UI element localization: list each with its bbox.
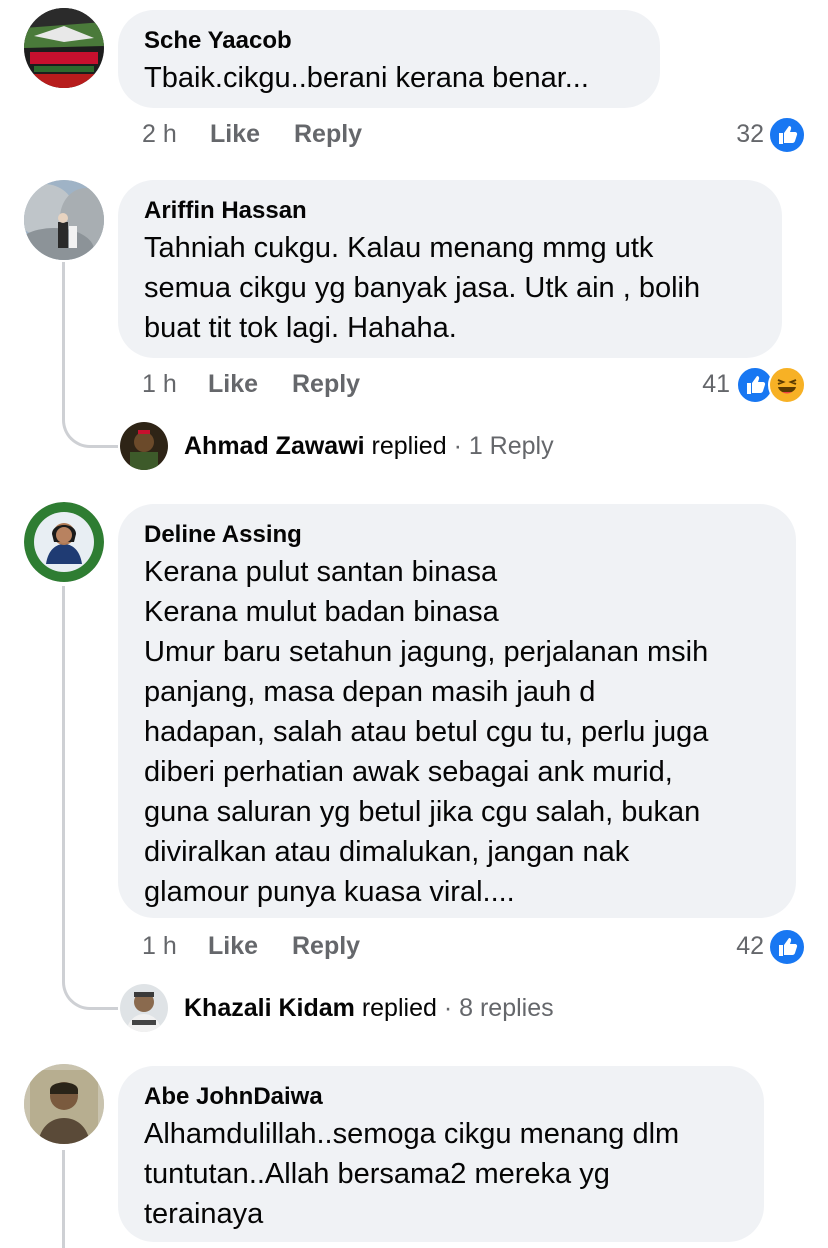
reply-summary-text: Ahmad Zawawi replied · 1 Reply	[184, 430, 554, 462]
comment-text: Alhamdulillah..semoga cikgu menang dlm t…	[144, 1118, 680, 1230]
comment-deline-assing: Deline Assing Kerana pulut santan binasa…	[0, 480, 828, 1050]
comment-author[interactable]: Sche Yaacob	[144, 26, 634, 56]
reply-author[interactable]: Khazali Kidam	[184, 994, 355, 1022]
reaction-count: 32	[736, 120, 764, 148]
vaccinated-frame-avatar-icon	[24, 502, 104, 582]
comment-actions: 1 h Like Reply	[142, 370, 542, 402]
reply-count[interactable]: · 8 replies	[444, 994, 554, 1022]
comment-text: Tahniah cukgu. Kalau menang mmg utk semu…	[144, 232, 701, 344]
reply-summary-text: Khazali Kidam replied · 8 replies	[184, 992, 554, 1024]
reply-button[interactable]: Reply	[292, 370, 360, 399]
comment-timestamp[interactable]: 1 h	[142, 932, 177, 961]
comment-text: Tbaik.cikgu..berani kerana benar...	[144, 62, 589, 94]
reply-button[interactable]: Reply	[294, 120, 362, 149]
comment-ariffin-hassan: Ariffin Hassan Tahniah cukgu. Kalau mena…	[0, 170, 828, 480]
reply-summary[interactable]: Khazali Kidam replied · 8 replies	[120, 984, 680, 1032]
reply-button[interactable]: Reply	[292, 932, 360, 961]
vintage-photo-avatar-icon	[24, 1064, 104, 1144]
avatar[interactable]	[24, 502, 104, 582]
comment-author[interactable]: Deline Assing	[144, 520, 770, 550]
comment-text: Kerana pulut santan binasa Kerana mulut …	[144, 556, 709, 908]
reply-verb: replied	[371, 432, 447, 460]
reply-avatar	[120, 422, 168, 470]
free-gaza-avatar-icon	[24, 8, 104, 88]
reaction-summary[interactable]: 32	[700, 116, 806, 154]
dark-portrait-avatar-icon	[120, 422, 168, 470]
comment-bubble: Ariffin Hassan Tahniah cukgu. Kalau mena…	[118, 180, 782, 358]
reply-verb: replied	[361, 994, 437, 1022]
reply-count[interactable]: · 1 Reply	[454, 432, 554, 460]
like-button[interactable]: Like	[210, 120, 260, 149]
haha-icon	[768, 366, 806, 404]
reaction-summary[interactable]: 41	[700, 366, 806, 404]
like-button[interactable]: Like	[208, 370, 258, 399]
avatar[interactable]	[24, 180, 104, 260]
comment-bubble: Sche Yaacob Tbaik.cikgu..berani kerana b…	[118, 10, 660, 108]
reaction-count: 41	[702, 370, 730, 398]
comment-bubble: Abe JohnDaiwa Alhamdulillah..semoga cikg…	[118, 1066, 764, 1242]
comment-abe-johndaiwa: Abe JohnDaiwa Alhamdulillah..semoga cikg…	[0, 1050, 828, 1248]
comment-timestamp[interactable]: 2 h	[142, 120, 177, 149]
reply-avatar	[120, 984, 168, 1032]
comment-actions: 2 h Like Reply	[142, 120, 542, 152]
comment-timestamp[interactable]: 1 h	[142, 370, 177, 399]
comment-author[interactable]: Abe JohnDaiwa	[144, 1082, 738, 1112]
reply-author[interactable]: Ahmad Zawawi	[184, 432, 365, 460]
reply-summary[interactable]: Ahmad Zawawi replied · 1 Reply	[120, 422, 680, 470]
comment-actions: 1 h Like Reply	[142, 932, 542, 964]
rocks-photo-avatar-icon	[24, 180, 104, 260]
like-icon	[768, 116, 806, 154]
like-icon	[768, 928, 806, 966]
comment-bubble: Deline Assing Kerana pulut santan binasa…	[118, 504, 796, 918]
avatar[interactable]	[24, 8, 104, 88]
reaction-summary[interactable]: 42	[700, 928, 806, 966]
avatar[interactable]	[24, 1064, 104, 1144]
comment-author[interactable]: Ariffin Hassan	[144, 196, 756, 226]
comment-sche-yaacob: Sche Yaacob Tbaik.cikgu..berani kerana b…	[0, 0, 828, 170]
man-in-scarf-avatar-icon	[120, 984, 168, 1032]
reaction-count: 42	[736, 932, 764, 960]
like-button[interactable]: Like	[208, 932, 258, 961]
